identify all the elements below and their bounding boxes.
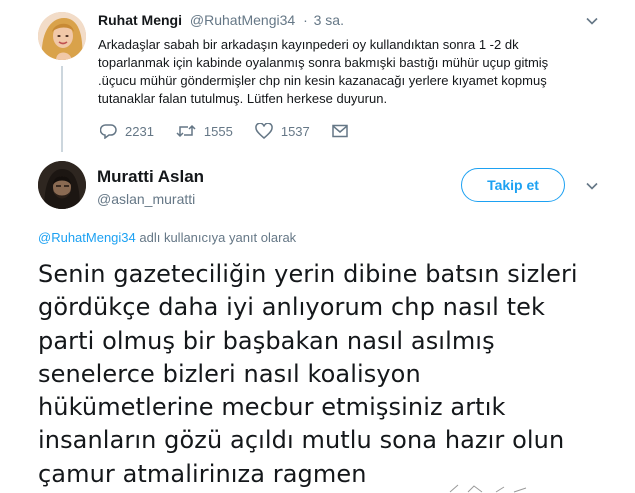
thread-connector-line (61, 66, 63, 152)
parent-text-line: Arkadaşlar sabah bir arkadaşın kayınpede… (98, 37, 519, 52)
reply-text-line: senelerce bizleri nasıl koalisyon (38, 359, 421, 388)
replying-to-context: @RuhatMengi34 adlı kullanıcıya yanıt ola… (38, 230, 296, 245)
envelope-icon (332, 124, 348, 138)
reply-author-name[interactable]: Muratti Aslan (97, 167, 204, 187)
avatar-photo (38, 161, 86, 209)
time-separator: · (303, 12, 308, 28)
reply-text-line: hükümetlerine mecbur etmişsiniz artık (38, 393, 506, 422)
retweet-icon (176, 124, 196, 138)
reply-more-button[interactable] (585, 179, 599, 196)
parent-text-line: toparlanmak için kabinde oyalanmış sonra… (98, 55, 549, 70)
follow-button[interactable]: Takip et (461, 168, 565, 202)
reply-text-line: parti olmuş bir başbakan nasıl asılmış (38, 326, 495, 355)
chevron-down-icon (586, 17, 598, 25)
parent-tweet-header: Ruhat Mengi @RuhatMengi34 · 3 sa. (98, 12, 344, 28)
reply-icon (100, 124, 117, 139)
chevron-down-icon (586, 182, 598, 190)
parent-tweet-time[interactable]: 3 sa. (314, 12, 344, 28)
parent-tweet-text: Arkadaşlar sabah bir arkadaşın kayınpede… (98, 36, 568, 108)
replying-to-handle-link[interactable]: @RuhatMengi34 (38, 230, 136, 245)
like-count: 1537 (280, 123, 310, 139)
muratti-aslan-avatar[interactable] (38, 161, 86, 209)
reply-button[interactable]: 2231 (100, 123, 154, 139)
avatar-photo (38, 12, 86, 60)
reply-author-handle[interactable]: @aslan_muratti (97, 191, 195, 207)
retweet-button[interactable]: 1555 (176, 123, 233, 139)
heart-icon (255, 123, 273, 139)
parent-more-button[interactable] (585, 14, 599, 31)
replying-to-suffix: adlı kullanıcıya yanıt olarak (135, 230, 297, 245)
like-button[interactable]: 1537 (255, 123, 310, 139)
reply-tweet-text: Senin gazeteciliğin yerin dibine batsın … (38, 258, 598, 491)
parent-author-name[interactable]: Ruhat Mengi (98, 12, 182, 28)
retweet-count: 1555 (203, 123, 233, 139)
direct-message-button[interactable] (332, 124, 356, 138)
reply-text-line: insanların gözü açıldı mutlu sona hazır … (38, 426, 565, 455)
reply-text-line: gördükçe daha iyi anlıyorum chp nasıl te… (38, 293, 546, 322)
follow-button-label: Takip et (487, 177, 539, 193)
ruhat-mengi-avatar[interactable] (38, 12, 86, 60)
parent-text-line: .üçucu mühür göndermişler chp nin kesin … (98, 73, 547, 88)
parent-text-line: tutanaklar falan tutulmuş. Lütfen herkes… (98, 91, 388, 106)
parent-tweet-actions: 2231 1555 1537 (100, 123, 378, 139)
reply-text-line: Senin gazeteciliğin yerin dibine batsın … (38, 260, 578, 288)
reply-count: 2231 (125, 123, 154, 139)
cropped-text-fragment (449, 484, 527, 493)
parent-author-handle[interactable]: @RuhatMengi34 (190, 12, 295, 28)
